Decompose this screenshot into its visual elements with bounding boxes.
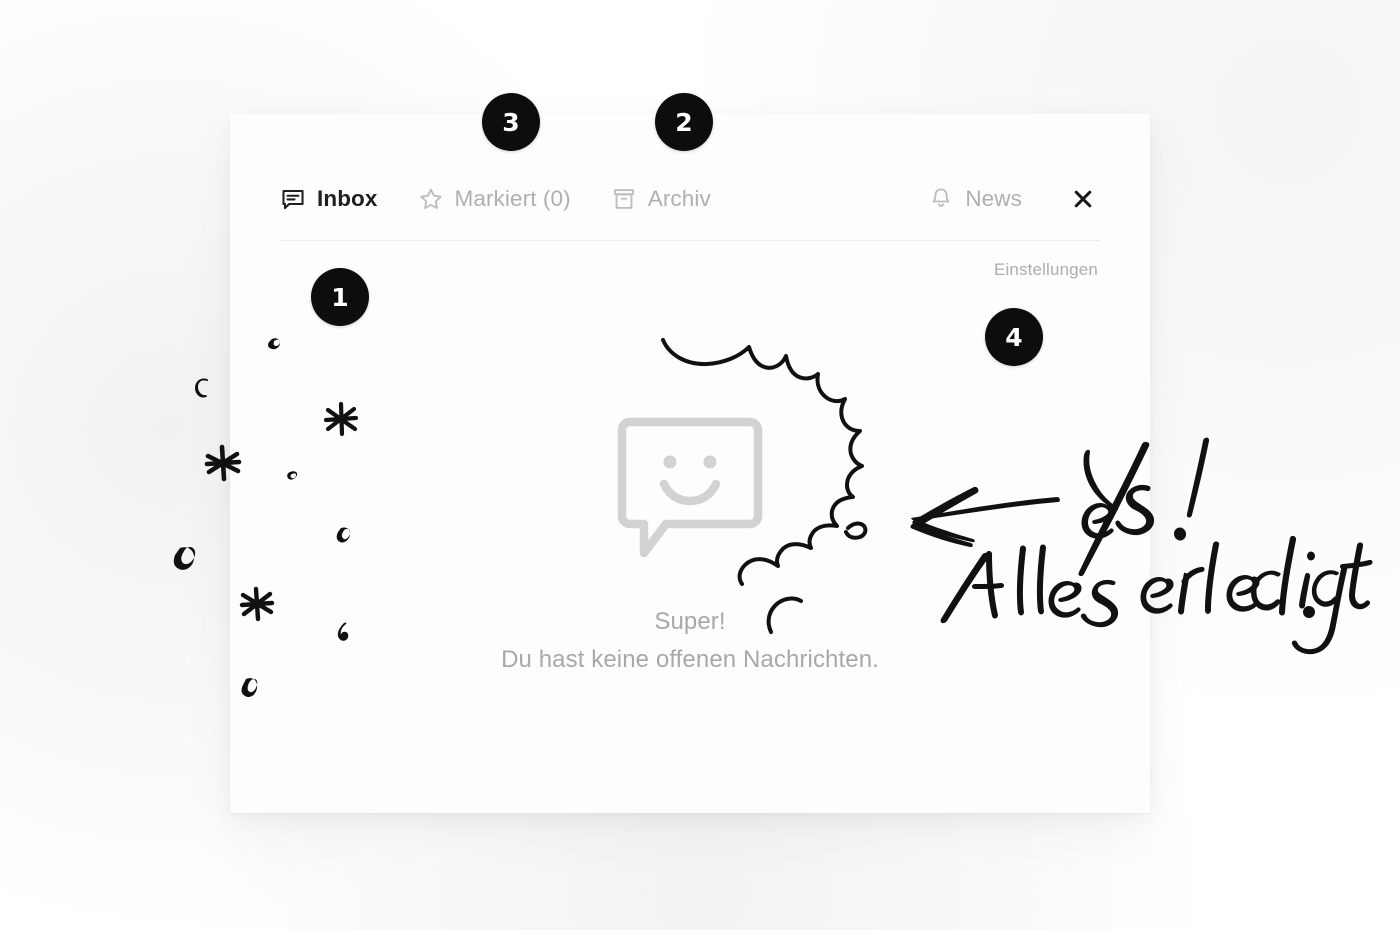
annotation-badge-3: 3	[482, 93, 540, 151]
bell-icon	[928, 186, 954, 212]
empty-state-subtitle: Du hast keine offenen Nachrichten.	[501, 646, 879, 673]
close-x-icon	[1071, 187, 1095, 211]
tab-inbox[interactable]: Inbox	[280, 186, 378, 212]
message-bubble-icon	[280, 186, 306, 212]
empty-state: Super! Du hast keine offenen Nachrichten…	[230, 414, 1150, 674]
tab-label-archiv: Archiv	[647, 186, 711, 211]
empty-state-title: Super!	[654, 608, 726, 635]
inbox-card: Inbox Markiert (0) Archiv News Einstellu…	[230, 114, 1150, 813]
tab-archiv[interactable]: Archiv	[611, 186, 711, 212]
star-icon	[418, 186, 444, 212]
tab-label-markiert: Markiert (0)	[454, 186, 571, 211]
annotation-badge-1: 1	[311, 268, 369, 326]
archive-box-icon	[611, 186, 637, 212]
tab-divider	[280, 240, 1100, 241]
tab-markiert[interactable]: Markiert (0)	[418, 186, 571, 212]
annotation-badge-2: 2	[655, 93, 713, 151]
tab-news[interactable]: News	[928, 186, 1022, 212]
tab-bar: Inbox Markiert (0) Archiv News	[280, 172, 1100, 226]
tab-label-inbox: Inbox	[317, 186, 378, 211]
annotation-badge-4: 4	[985, 308, 1043, 366]
close-button[interactable]	[1066, 182, 1100, 216]
smiley-speech-bubble-icon	[616, 414, 764, 566]
einstellungen-link[interactable]: Einstellungen	[994, 260, 1098, 280]
tab-label-news: News	[965, 186, 1022, 211]
